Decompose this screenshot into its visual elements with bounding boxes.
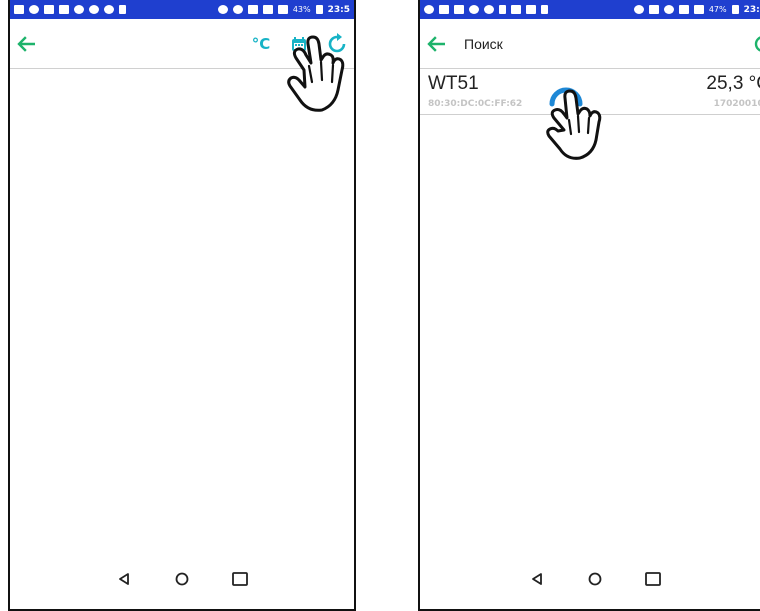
refresh-button[interactable] xyxy=(750,31,760,57)
notification-icon xyxy=(74,5,84,14)
temperature-unit-icon: °C xyxy=(251,34,271,53)
notification-icon xyxy=(29,5,39,14)
refresh-button[interactable] xyxy=(324,31,350,57)
navigation-bar xyxy=(420,549,760,609)
battery-percent: 43% xyxy=(292,5,311,14)
back-button[interactable] xyxy=(12,30,40,58)
notification-icon xyxy=(59,5,69,14)
calendar-icon xyxy=(292,36,306,51)
home-circle-icon xyxy=(175,572,189,586)
signal-icon xyxy=(693,5,704,14)
status-bar: 43% 23:5 xyxy=(10,0,354,19)
nav-recents-button[interactable] xyxy=(226,565,254,593)
wifi-icon xyxy=(262,5,273,14)
back-button[interactable] xyxy=(422,30,450,58)
notification-icon xyxy=(526,5,536,14)
status-time: 23:5 xyxy=(327,4,350,15)
battery-icon xyxy=(315,5,323,14)
nav-home-button[interactable] xyxy=(581,565,609,593)
app-bar: Поиск xyxy=(420,19,760,69)
device-name: WT51 xyxy=(428,73,479,94)
temperature-unit-button[interactable]: °C xyxy=(248,31,274,57)
status-bar: 47% 23:0 xyxy=(420,0,760,19)
vibrate-icon xyxy=(663,5,674,14)
vibrate-icon xyxy=(247,5,258,14)
bluetooth-icon xyxy=(633,5,644,14)
refresh-icon xyxy=(754,35,760,52)
page-title: Поиск xyxy=(464,35,503,52)
empty-content-area xyxy=(10,69,354,549)
notification-icon xyxy=(119,5,126,14)
notification-icon xyxy=(14,5,24,14)
bluetooth-icon xyxy=(217,5,228,14)
phone-screen-right: 47% 23:0 Поиск WT51 80:30:DC:0C:FF:62 25… xyxy=(418,0,760,611)
wifi-icon xyxy=(678,5,689,14)
battery-percent: 47% xyxy=(708,5,727,14)
arrow-left-icon xyxy=(427,35,445,52)
nav-back-button[interactable] xyxy=(110,565,138,593)
notification-icon xyxy=(104,5,114,14)
status-time: 23:0 xyxy=(743,4,760,15)
arrow-left-icon xyxy=(17,35,35,52)
notification-icon xyxy=(424,5,434,14)
home-circle-icon xyxy=(588,572,602,586)
battery-icon xyxy=(731,5,739,14)
nav-back-button[interactable] xyxy=(523,565,551,593)
nfc-icon xyxy=(648,5,659,14)
signal-icon xyxy=(277,5,288,14)
device-list: WT51 80:30:DC:0C:FF:62 25,3 °C 170200108 xyxy=(420,69,760,549)
nav-recents-button[interactable] xyxy=(639,565,667,593)
app-bar: °C xyxy=(10,19,354,69)
notification-icon xyxy=(454,5,464,14)
device-id: 170200108 xyxy=(713,99,760,109)
notification-icon xyxy=(511,5,521,14)
nav-home-button[interactable] xyxy=(168,565,196,593)
recents-square-icon xyxy=(645,572,661,586)
notification-icon xyxy=(541,5,548,14)
calendar-button[interactable] xyxy=(286,31,312,57)
back-triangle-icon xyxy=(119,573,129,585)
notification-icon xyxy=(469,5,479,14)
notification-icon xyxy=(89,5,99,14)
notification-icon xyxy=(439,5,449,14)
refresh-icon xyxy=(328,32,346,52)
phone-screen-left: 43% 23:5 °C xyxy=(8,0,356,611)
recents-square-icon xyxy=(232,572,248,586)
notification-icon xyxy=(44,5,54,14)
navigation-bar xyxy=(10,549,354,609)
notification-icon xyxy=(499,5,506,14)
device-mac-address: 80:30:DC:0C:FF:62 xyxy=(428,99,523,109)
device-row[interactable]: WT51 80:30:DC:0C:FF:62 25,3 °C 170200108 xyxy=(420,69,760,115)
back-triangle-icon xyxy=(532,573,542,585)
notification-icon xyxy=(484,5,494,14)
nfc-icon xyxy=(232,5,243,14)
device-temperature: 25,3 °C xyxy=(706,73,760,94)
